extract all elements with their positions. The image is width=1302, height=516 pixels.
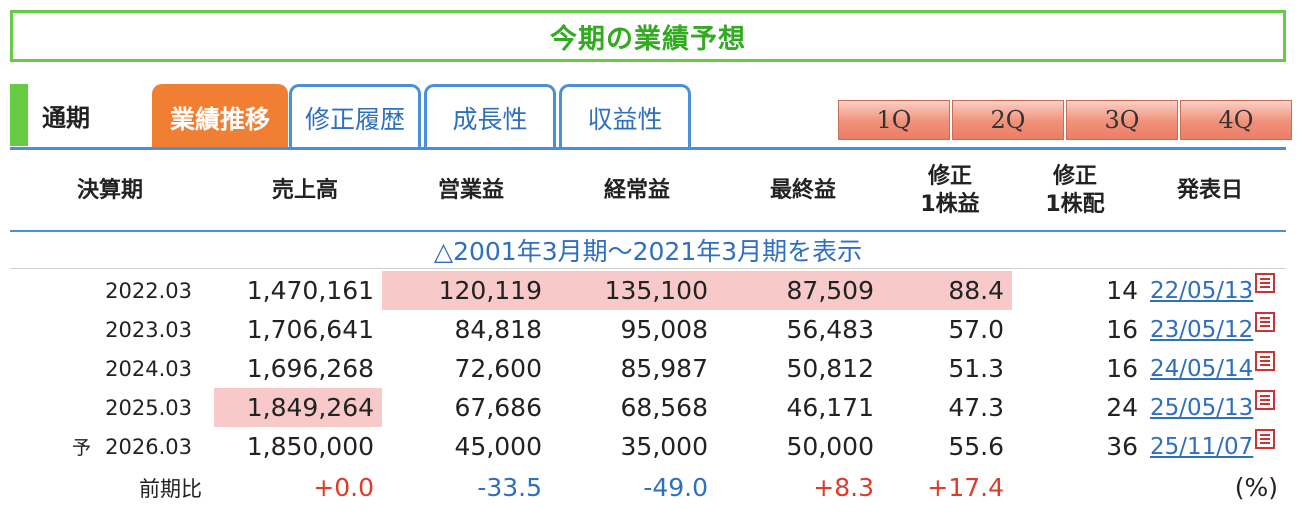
- header-eps-line2: 1株益: [920, 192, 980, 217]
- announce-date-link[interactable]: 25/11/07: [1150, 434, 1253, 460]
- announce-date-link[interactable]: 23/05/12: [1150, 317, 1253, 343]
- table-row: 2022.03 1,470,161 120,119 135,100 87,509…: [10, 271, 1286, 310]
- table-row-forecast: 予 2026.03 1,850,000 45,000 35,000 50,000…: [10, 427, 1286, 466]
- section-title: 今期の業績予想: [10, 10, 1286, 62]
- header-sales: 売上高: [271, 178, 338, 203]
- yoy-sales: +0.0: [313, 473, 374, 502]
- row-period: 2023.03: [105, 317, 192, 342]
- quarter-button-3q[interactable]: 3Q: [1066, 100, 1178, 140]
- row-announce-date: 24/05/14: [1146, 349, 1286, 388]
- row-announce-date: 23/05/12: [1146, 310, 1286, 349]
- row-eps: 57.0: [948, 315, 1004, 344]
- header-dps-line1: 修正: [1052, 164, 1097, 189]
- table-row: 2024.03 1,696,268 72,600 85,987 50,812 5…: [10, 349, 1286, 388]
- yoy-eps: +17.4: [927, 473, 1004, 502]
- row-ordinary-profit: 35,000: [620, 432, 708, 461]
- row-period: 2024.03: [105, 356, 192, 381]
- quarter-button-2q[interactable]: 2Q: [952, 100, 1064, 140]
- tab-bar-accent: [10, 84, 28, 146]
- row-operating-profit: 120,119: [382, 271, 550, 310]
- table-row: 2025.03 1,849,264 67,686 68,568 46,171 4…: [10, 388, 1286, 427]
- row-net-profit: 50,000: [786, 432, 874, 461]
- pdf-icon[interactable]: [1255, 272, 1276, 293]
- tab-growth[interactable]: 成長性: [424, 84, 556, 148]
- header-dps: 修正 1株配: [1020, 152, 1130, 230]
- header-operating-profit: 営業益: [437, 178, 504, 203]
- row-sales: 1,706,641: [246, 315, 374, 344]
- row-dps: 24: [1106, 393, 1138, 422]
- row-period: 2026.03: [105, 434, 192, 459]
- row-sales: 1,696,268: [246, 354, 374, 383]
- pdf-icon[interactable]: [1255, 428, 1276, 449]
- header-dps-line2: 1株配: [1045, 192, 1105, 217]
- row-operating-profit: 45,000: [454, 432, 542, 461]
- quarter-button-4q[interactable]: 4Q: [1180, 100, 1292, 140]
- row-ordinary-profit: 85,987: [620, 354, 708, 383]
- header-ordinary-profit: 経常益: [603, 178, 670, 203]
- row-net-profit: 87,509: [716, 271, 882, 310]
- row-eps: 55.6: [948, 432, 1004, 461]
- row-net-profit: 50,812: [786, 354, 874, 383]
- row-dps: 14: [1106, 276, 1138, 305]
- row-dps: 16: [1106, 315, 1138, 344]
- yoy-operating-profit: -33.5: [477, 473, 542, 502]
- row-ordinary-profit: 68,568: [620, 393, 708, 422]
- row-announce-date: 22/05/13: [1146, 271, 1286, 310]
- header-eps-line1: 修正: [927, 164, 972, 189]
- row-sales: 1,850,000: [246, 432, 374, 461]
- expand-history-link[interactable]: △2001年3月期〜2021年3月期を表示: [10, 232, 1286, 268]
- announce-date-link[interactable]: 25/05/13: [1150, 395, 1253, 421]
- row-ordinary-profit: 135,100: [550, 271, 716, 310]
- pdf-icon[interactable]: [1255, 389, 1276, 410]
- table-row: 2023.03 1,706,641 84,818 95,008 56,483 5…: [10, 310, 1286, 349]
- table-header: 決算期 売上高 営業益 経常益 最終益 修正 1株益 修正 1株配 発表日: [10, 152, 1286, 230]
- tab-bar-underline: [10, 147, 1286, 150]
- row-eps: 51.3: [948, 354, 1004, 383]
- row-operating-profit: 67,686: [454, 393, 542, 422]
- tab-revision-history[interactable]: 修正履歴: [289, 84, 421, 148]
- row-sales: 1,849,264: [214, 388, 382, 427]
- pdf-icon[interactable]: [1255, 350, 1276, 371]
- announce-date-link[interactable]: 22/05/13: [1150, 278, 1253, 304]
- yoy-ordinary-profit: -49.0: [643, 473, 708, 502]
- row-announce-date: 25/05/13: [1146, 388, 1286, 427]
- quarter-buttons: 1Q 2Q 3Q 4Q: [838, 100, 1294, 140]
- header-announce-date: 発表日: [1176, 178, 1243, 203]
- tab-annual-label: 通期: [42, 104, 90, 132]
- yoy-label: 前期比: [139, 476, 202, 501]
- yoy-unit: (%): [1234, 473, 1278, 502]
- quarter-button-1q[interactable]: 1Q: [838, 100, 950, 140]
- row-operating-profit: 84,818: [454, 315, 542, 344]
- header-net-profit: 最終益: [769, 178, 836, 203]
- row-ordinary-profit: 95,008: [620, 315, 708, 344]
- yoy-row: 前期比 +0.0 -33.5 -49.0 +8.3 +17.4 (%): [10, 468, 1286, 507]
- row-dps: 36: [1106, 432, 1138, 461]
- yoy-net-profit: +8.3: [813, 473, 874, 502]
- row-announce-date: 25/11/07: [1146, 427, 1286, 466]
- row-period: 2025.03: [105, 395, 192, 420]
- expand-divider: [10, 268, 1286, 269]
- row-net-profit: 56,483: [786, 315, 874, 344]
- next-section-clip: [10, 508, 1286, 516]
- row-sales: 1,470,161: [246, 276, 374, 305]
- row-eps: 88.4: [882, 271, 1012, 310]
- row-operating-profit: 72,600: [454, 354, 542, 383]
- tab-performance[interactable]: 業績推移: [152, 84, 288, 148]
- pdf-icon[interactable]: [1255, 311, 1276, 332]
- row-eps: 47.3: [948, 393, 1004, 422]
- tab-profitability[interactable]: 収益性: [559, 84, 691, 148]
- header-eps: 修正 1株益: [890, 152, 1010, 230]
- row-dps: 16: [1106, 354, 1138, 383]
- announce-date-link[interactable]: 24/05/14: [1150, 356, 1253, 382]
- header-period: 決算期: [76, 178, 143, 203]
- row-period: 2022.03: [105, 278, 192, 303]
- row-net-profit: 46,171: [786, 393, 874, 422]
